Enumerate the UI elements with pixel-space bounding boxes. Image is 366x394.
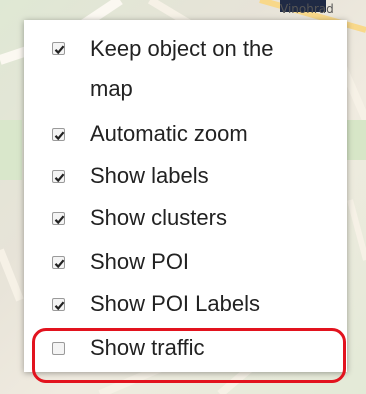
show-poi-labels-checkbox[interactable]	[52, 298, 65, 311]
menu-item-show-labels[interactable]: Show labels	[24, 156, 347, 196]
show-traffic-highlight	[32, 328, 346, 383]
menu-item-automatic-zoom[interactable]: Automatic zoom	[24, 114, 347, 154]
show-labels-label: Show labels	[90, 163, 209, 188]
keep-object-checkbox[interactable]	[52, 42, 65, 55]
keep-object-label-line2: map	[90, 76, 133, 101]
checkmark-icon	[54, 45, 65, 55]
keep-object-label-line1: Keep object on the	[90, 36, 274, 61]
show-poi-checkbox[interactable]	[52, 256, 65, 269]
map-options-menu: Keep object on the map Automatic zoom Sh…	[24, 20, 347, 383]
show-clusters-label: Show clusters	[90, 205, 227, 230]
checkmark-icon	[54, 301, 65, 311]
show-clusters-checkbox[interactable]	[52, 212, 65, 225]
checkmark-icon	[54, 259, 65, 269]
show-poi-label: Show POI	[90, 249, 190, 274]
menu-item-keep-object[interactable]: Keep object on the map	[24, 20, 347, 102]
show-poi-labels-label: Show POI Labels	[90, 291, 260, 316]
map-place-label: Vinohrad	[280, 2, 334, 16]
checkmark-icon	[54, 173, 65, 183]
automatic-zoom-checkbox[interactable]	[52, 128, 65, 141]
menu-item-show-poi-labels[interactable]: Show POI Labels	[24, 284, 347, 324]
menu-item-show-poi[interactable]: Show POI	[24, 242, 347, 282]
checkmark-icon	[54, 215, 65, 225]
checkmark-icon	[54, 131, 65, 141]
show-labels-checkbox[interactable]	[52, 170, 65, 183]
automatic-zoom-label: Automatic zoom	[90, 121, 248, 146]
menu-item-show-clusters[interactable]: Show clusters	[24, 198, 347, 238]
